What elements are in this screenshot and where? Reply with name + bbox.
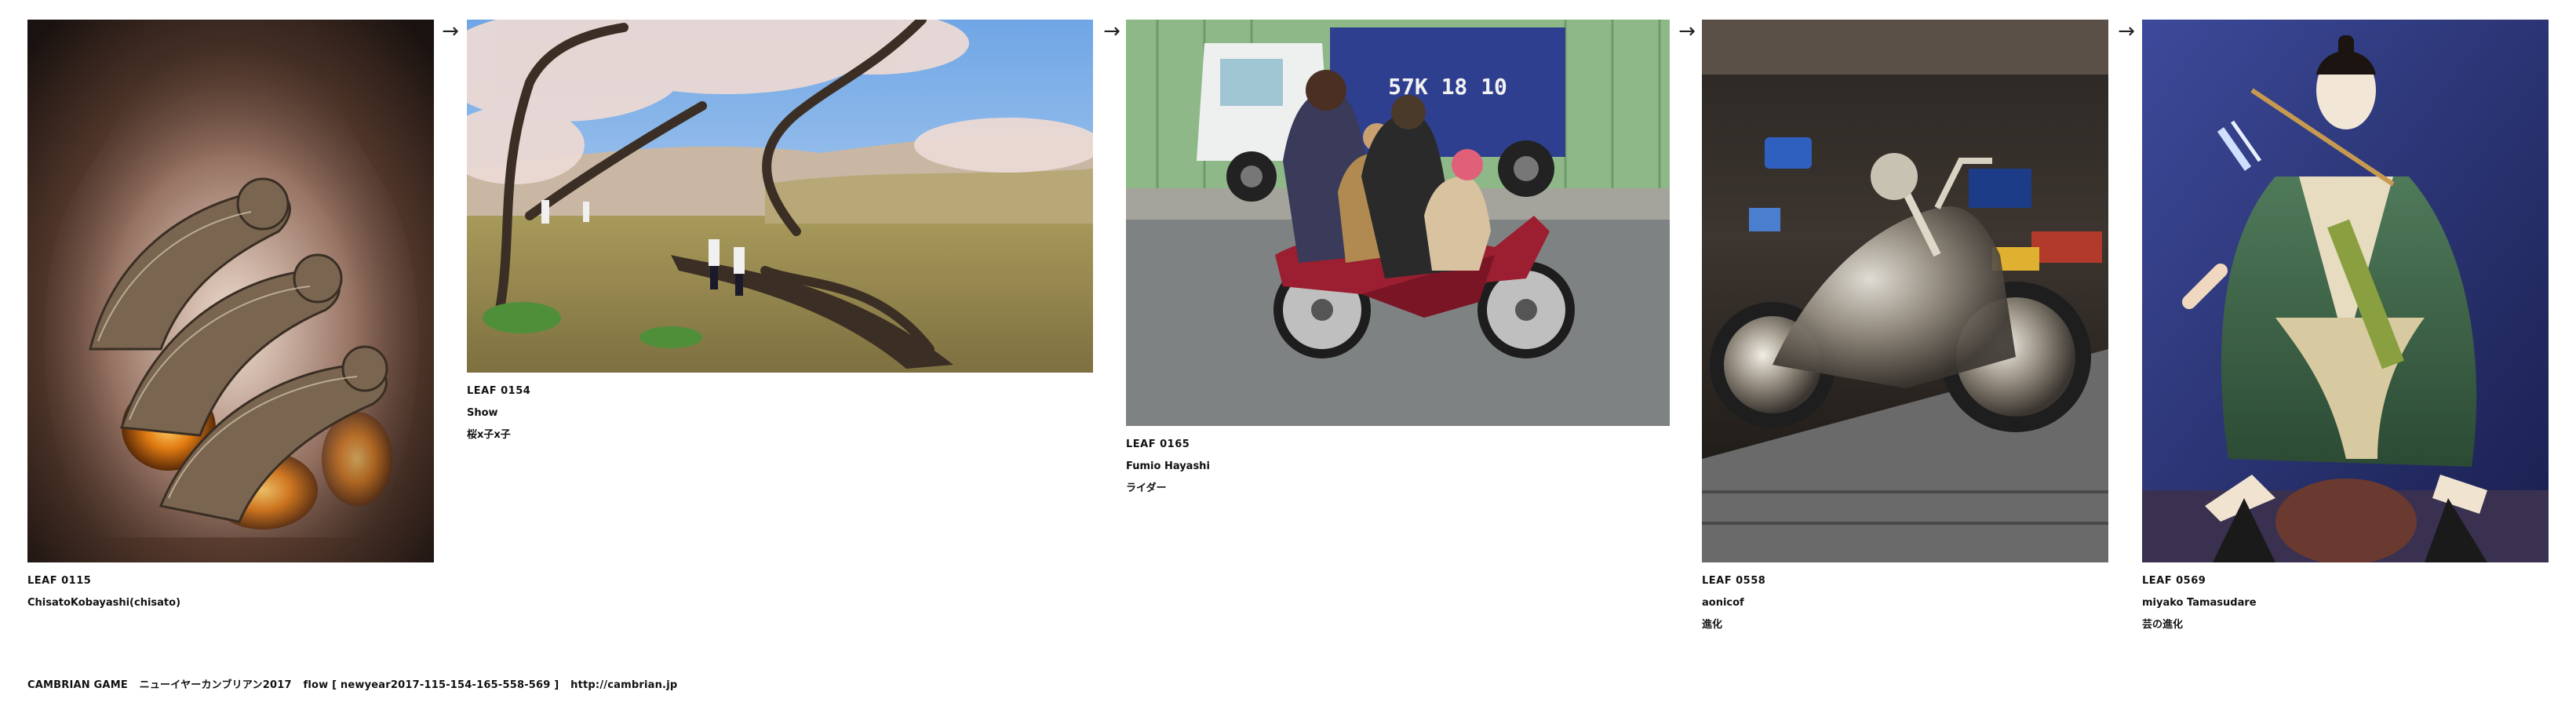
leaf-flow: LEAF 0115 ChisatoKobayashi(chisato) → LE… [0,0,2576,706]
leaf-card-0154[interactable]: LEAF 0154 Show 桜x子x子 [467,20,1093,446]
leaf-card-0569[interactable]: LEAF 0569 miyako Tamasudare 芸の進化 [2142,20,2549,636]
leaf-photo-chrome-motorcycle[interactable] [1702,20,2108,562]
leaf-author[interactable]: aonicof [1702,592,2108,614]
leaf-card-0115[interactable]: LEAF 0115 ChisatoKobayashi(chisato) [27,20,434,614]
leaf-title: 桜x子x子 [467,429,511,441]
footer-url-link[interactable]: http://cambrian.jp [570,679,677,691]
leaf-author[interactable]: Show [467,402,1093,424]
leaf-meta: LEAF 0154 Show 桜x子x子 [467,380,1093,446]
flow-arrow-icon: → [2118,20,2135,43]
leaf-id[interactable]: LEAF 0569 [2142,570,2549,592]
leaf-photo-monkey-decanter[interactable] [27,20,434,562]
flow-arrow-icon: → [1678,20,1696,43]
footer-flow-id: flow [ newyear2017-115-154-165-558-569 ] [303,679,559,691]
leaf-meta: LEAF 0558 aonicof 進化 [1702,570,2108,636]
leaf-meta: LEAF 0115 ChisatoKobayashi(chisato) [27,570,434,614]
flow-arrow-icon: → [1103,20,1120,43]
leaf-title: 進化 [1702,619,1723,631]
leaf-meta: LEAF 0165 Fumio Hayashi ライダー [1126,434,1670,500]
flow-arrow-icon: → [442,20,459,43]
leaf-meta: LEAF 0569 miyako Tamasudare 芸の進化 [2142,570,2549,636]
leaf-card-0558[interactable]: LEAF 0558 aonicof 進化 [1702,20,2108,636]
footer-brand[interactable]: CAMBRIAN GAME [27,679,128,691]
leaf-id[interactable]: LEAF 0165 [1126,434,1670,456]
leaf-title: ライダー [1126,482,1167,494]
page-footer: CAMBRIAN GAME ニューイヤーカンブリアン2017 flow [ ne… [27,676,685,691]
leaf-author[interactable]: Fumio Hayashi [1126,456,1670,478]
leaf-card-0165[interactable]: 57K 18 10 LEAF 0165 Fumio Hayashi ライダー [1126,20,1670,500]
leaf-title: 芸の進化 [2142,619,2184,631]
leaf-author[interactable]: miyako Tamasudare [2142,592,2549,614]
leaf-author[interactable]: ChisatoKobayashi(chisato) [27,592,434,614]
leaf-photo-samurai-puppet[interactable] [2142,20,2549,562]
leaf-id[interactable]: LEAF 0154 [467,380,1093,402]
leaf-photo-motorbike-riders[interactable]: 57K 18 10 [1126,20,1670,426]
leaf-id[interactable]: LEAF 0115 [27,570,434,592]
leaf-id[interactable]: LEAF 0558 [1702,570,2108,592]
footer-event[interactable]: ニューイヤーカンブリアン2017 [140,679,292,691]
leaf-photo-cherry-tree[interactable] [467,20,1093,373]
